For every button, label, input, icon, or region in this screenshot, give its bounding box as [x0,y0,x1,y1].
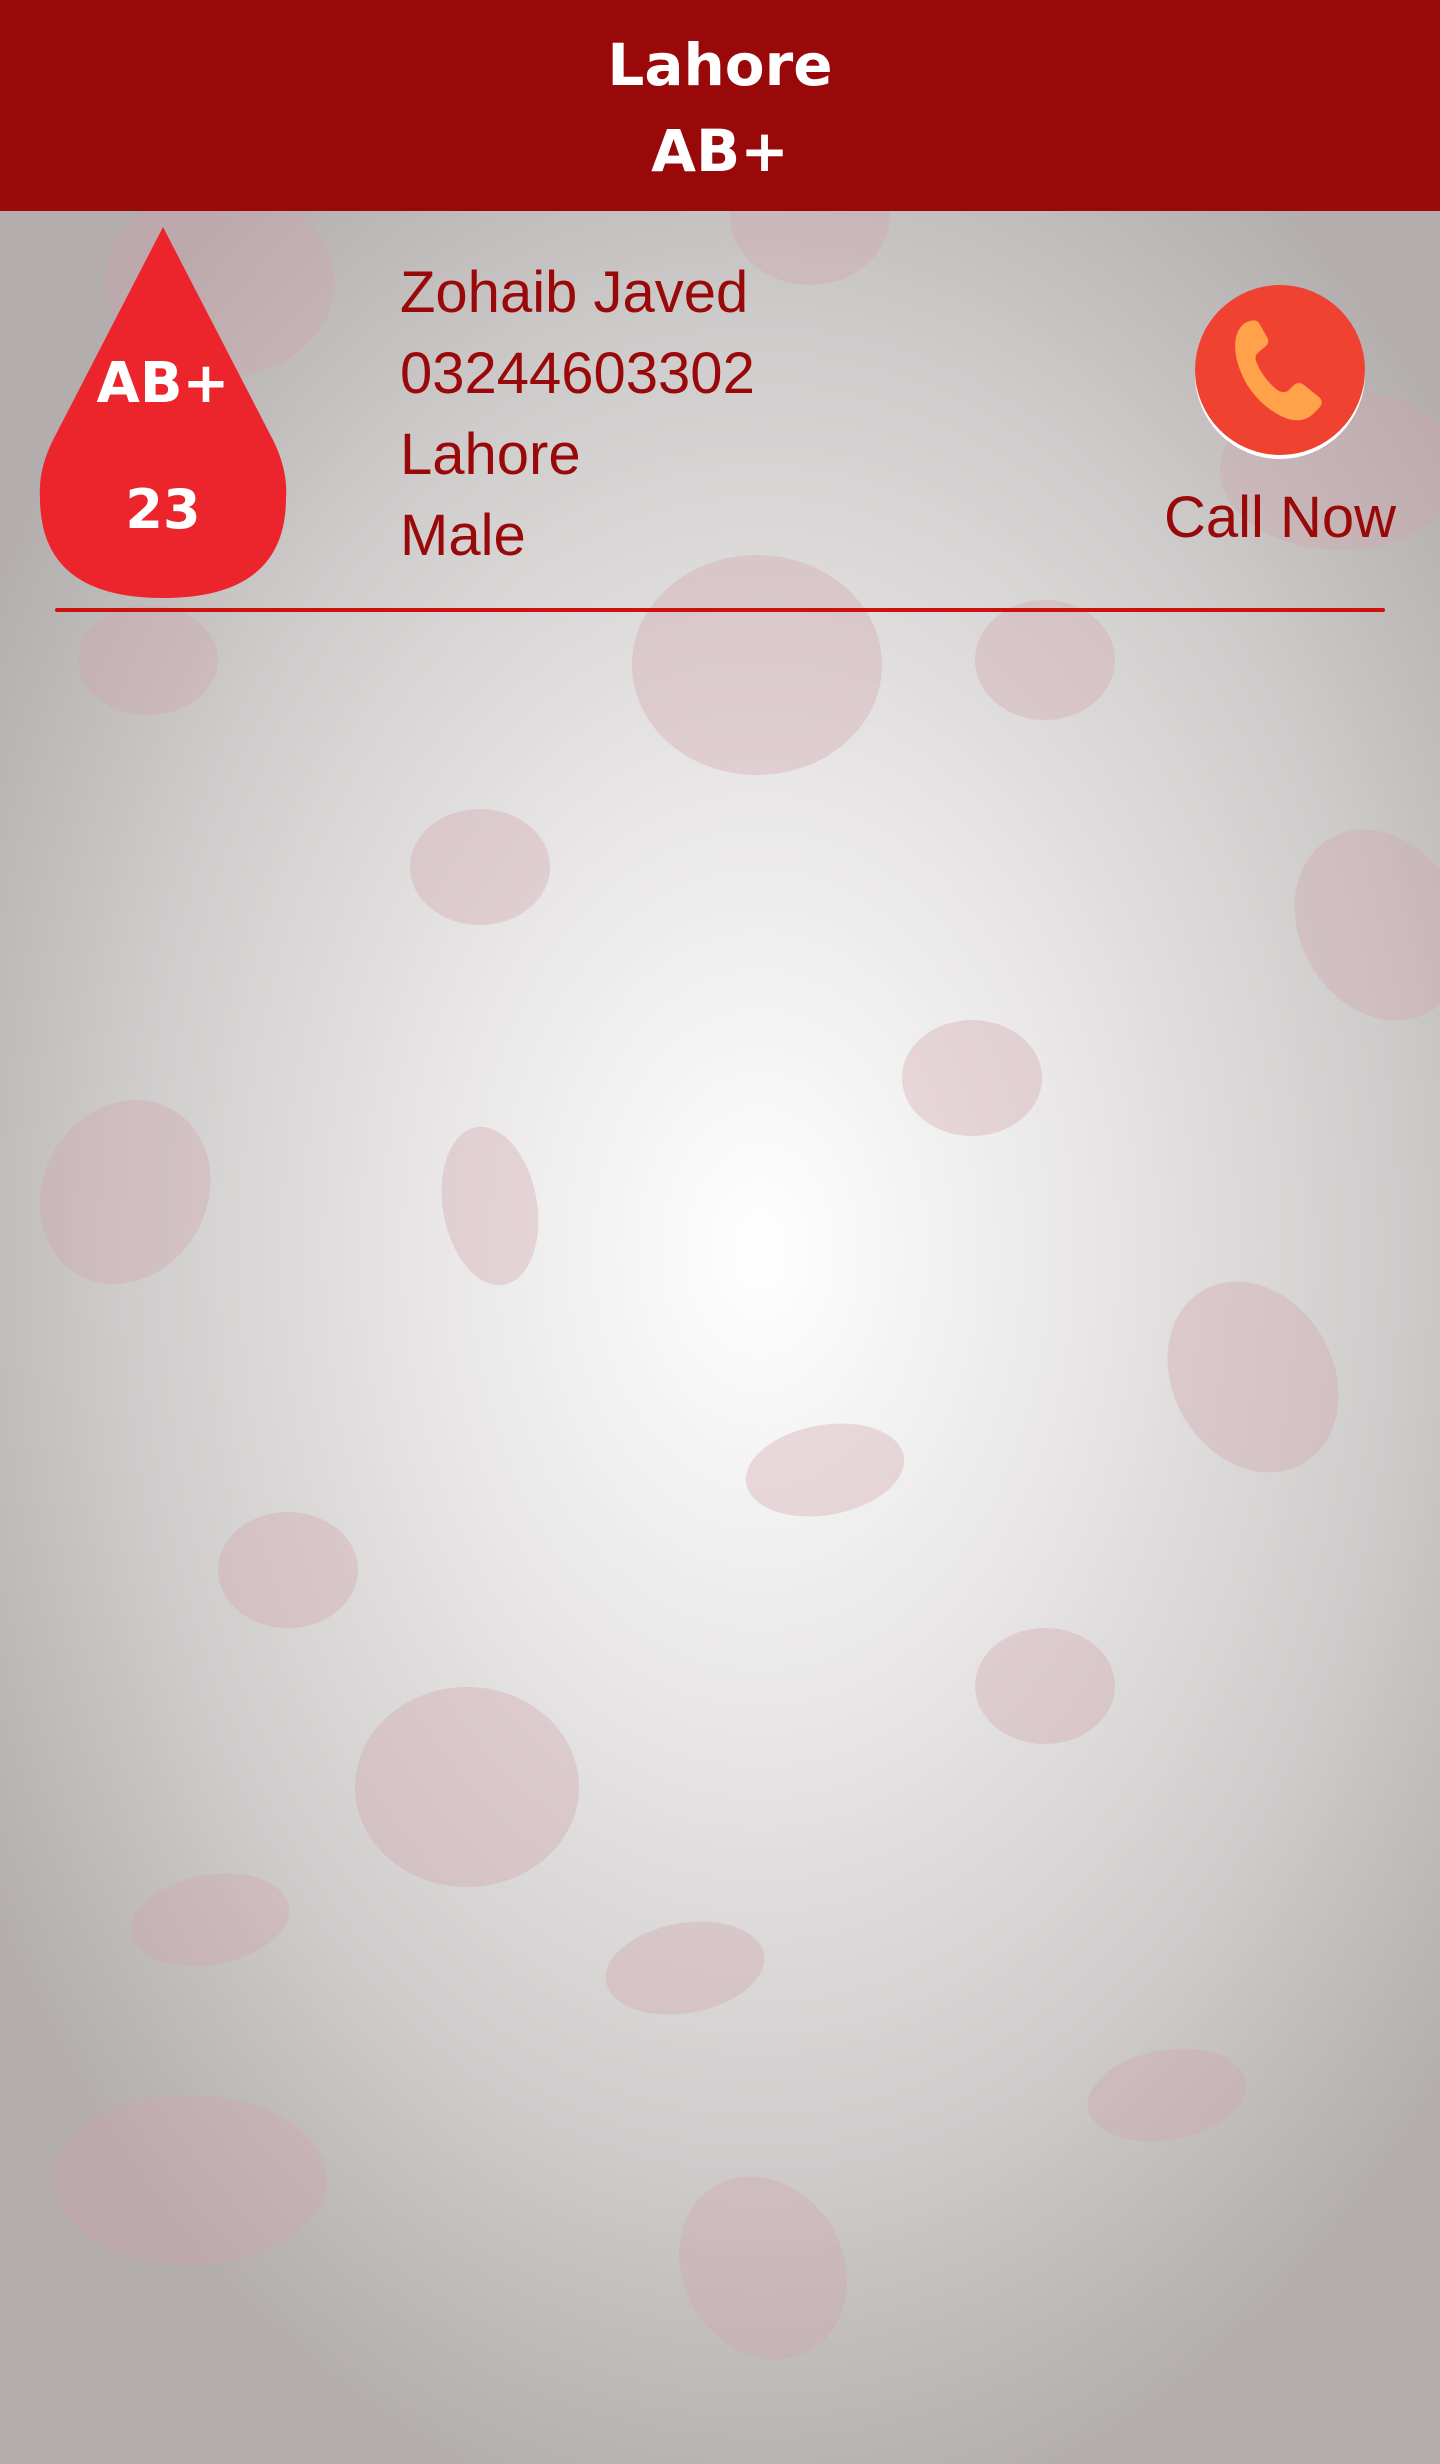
donor-card[interactable]: AB+ 23 Zohaib Javed 03244603302 Lahore M… [0,211,1440,619]
phone-icon [1235,320,1322,421]
donor-phone: 03244603302 [400,341,755,406]
call-button[interactable] [1195,285,1365,455]
drop-age: 23 [125,478,201,541]
card-divider [55,608,1385,612]
donor-name: Zohaib Javed [400,260,749,325]
drop-blood-group: AB+ [96,351,230,416]
call-now-label[interactable]: Call Now [1150,479,1410,557]
app-header: Lahore AB+ [0,0,1440,211]
header-blood-group: AB+ [651,117,789,185]
header-city: Lahore [607,31,833,99]
donor-gender: Male [400,503,526,568]
donor-city: Lahore [400,422,581,487]
